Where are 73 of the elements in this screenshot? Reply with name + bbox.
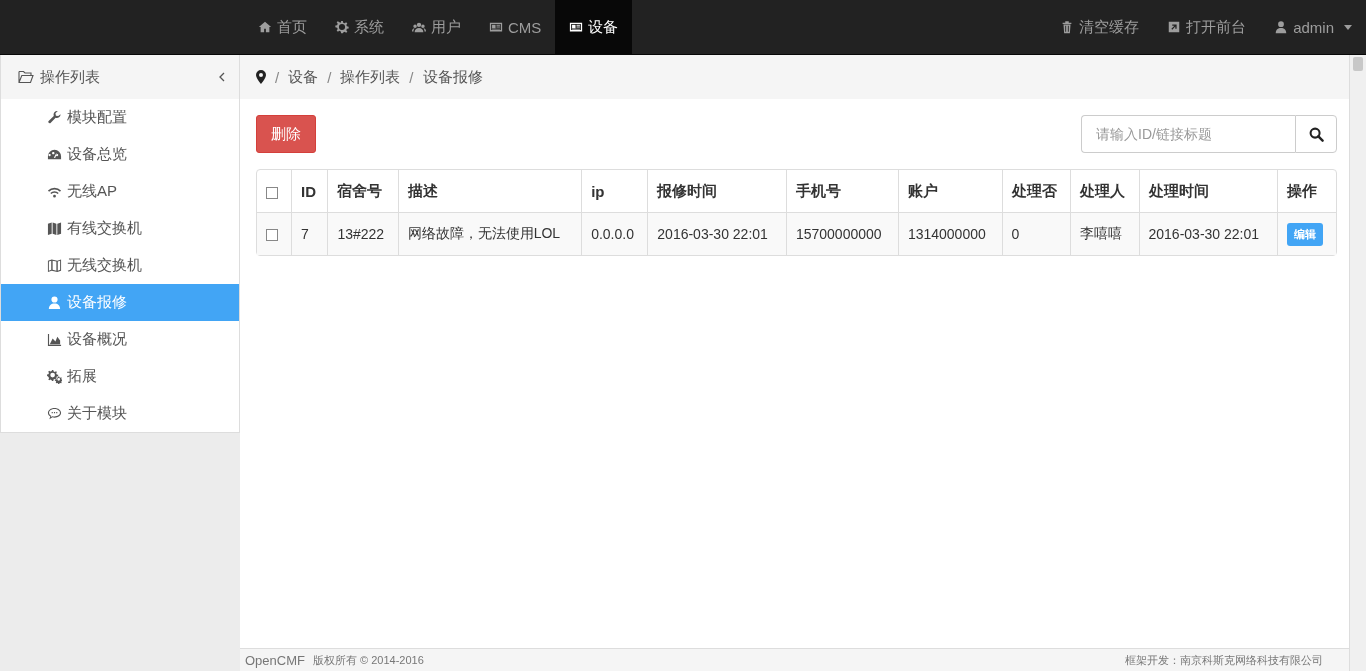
nav-link[interactable]: 清空缓存 [1046,0,1154,54]
column-header: 操作 [1277,170,1336,213]
column-header: 宿舍号 [327,170,399,213]
gears-icon [47,369,62,384]
nav-tab[interactable]: CMS [475,0,556,54]
nav-tab[interactable]: 首页 [244,0,321,54]
checkbox[interactable] [266,186,278,199]
table-cell: 1314000000 [898,212,1003,255]
breadcrumb-link[interactable]: 设备报修 [422,67,483,87]
nav-link[interactable]: 打开前台 [1153,0,1261,54]
sidebar-item[interactable]: 无线AP [1,173,239,210]
sidebar-item[interactable]: 设备总览 [1,136,239,173]
column-header: ip [581,170,648,213]
credit-text: 框架开发：南京科斯克网络科技有限公司 [1125,652,1323,668]
sidebar-item[interactable]: 有线交换机 [1,210,239,247]
breadcrumb-separator: / [327,68,332,86]
breadcrumb-separator: / [275,68,280,86]
column-header: 账户 [898,170,1003,213]
breadcrumb-separator: / [409,68,414,86]
column-header: 手机号 [786,170,899,213]
delete-button[interactable]: 删除 [256,115,316,153]
table-cell: 李嘻嘻 [1070,212,1139,255]
comment-icon [47,406,62,421]
external-link-icon [1167,20,1182,34]
table-cell: 15700000000 [786,212,899,255]
search-icon [1308,126,1324,142]
users-icon [412,20,426,34]
sidebar-item[interactable]: 模块配置 [1,99,239,136]
checkbox[interactable] [266,229,278,242]
search-field[interactable]: 请输入ID/链接标题 [1081,115,1295,153]
collapse-icon[interactable] [219,72,225,82]
wrench-icon [47,110,62,125]
sidebar-title: 操作列表 [40,67,100,87]
sidebar-item[interactable]: 无线交换机 [1,247,239,284]
table-cell: 7 [291,212,328,255]
breadcrumb-link[interactable]: 操作列表 [340,67,401,87]
newspaper-icon [489,20,503,34]
user-icon [1274,20,1289,34]
table-cell: 13#222 [327,212,399,255]
table-cell: 网络故障，无法使用LOL [398,212,582,255]
column-header: 描述 [398,170,582,213]
column-header: 处理人 [1070,170,1139,213]
footer-brand: OpenCMF [245,652,305,668]
column-header: ID [291,170,328,213]
scrollbar[interactable] [1349,55,1366,671]
home-icon [258,20,272,34]
sidebar-item[interactable]: 设备概况 [1,321,239,358]
copyright-text: 版权所有 © 2014-2016 [312,652,424,668]
scrollbar-thumb[interactable] [1353,57,1363,71]
settings-icon [335,20,349,34]
nav-tab[interactable]: 系统 [321,0,398,54]
table-cell: 0 [1002,212,1071,255]
sidebar-item[interactable]: 关于模块 [1,395,239,432]
folder-icon [18,70,34,84]
column-header: 处理否 [1002,170,1071,213]
search-button[interactable] [1295,115,1337,153]
table-cell: 2016-03-30 22:01 [1139,212,1278,255]
map-marker-icon [256,70,266,84]
table-cell: 0.0.0.0 [581,212,648,255]
map-icon [47,221,62,236]
column-header: 报修时间 [647,170,787,213]
nav-tab[interactable]: 用户 [398,0,475,54]
nav-link[interactable]: admin [1260,0,1366,54]
gauge-icon [47,147,62,162]
sidebar-item[interactable]: 拓展 [1,358,239,395]
map-outline-icon [47,258,62,273]
user-icon [47,295,62,310]
newspaper-icon [569,20,584,34]
table-cell: 2016-03-30 22:01 [647,212,787,255]
area-chart-icon [47,332,62,347]
nav-tab[interactable]: 设备 [555,0,633,54]
breadcrumb-link[interactable]: 设备 [288,67,319,87]
column-header: 处理时间 [1139,170,1278,213]
